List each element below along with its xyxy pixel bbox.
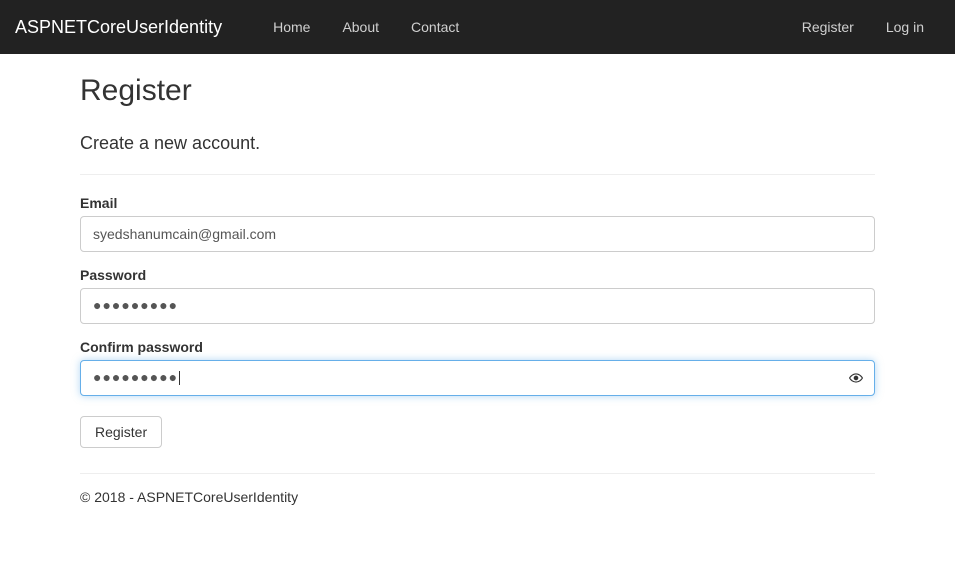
page-title: Register <box>80 74 875 108</box>
divider <box>80 174 875 175</box>
email-field[interactable] <box>80 216 875 252</box>
register-button[interactable]: Register <box>80 416 162 448</box>
register-form: Email Password ●●●●●●●●● Confirm passwor… <box>80 195 875 448</box>
password-mask: ●●●●●●●●● <box>93 297 178 313</box>
footer-text: © 2018 - ASPNETCoreUserIdentity <box>80 489 875 505</box>
text-cursor <box>179 371 180 385</box>
email-label: Email <box>80 195 875 211</box>
brand-link[interactable]: ASPNETCoreUserIdentity <box>15 2 237 53</box>
reveal-password-icon[interactable] <box>849 371 863 385</box>
confirm-password-label: Confirm password <box>80 339 875 355</box>
nav-left: Home About Contact <box>257 4 786 50</box>
nav-contact[interactable]: Contact <box>395 4 475 50</box>
footer: © 2018 - ASPNETCoreUserIdentity <box>80 473 875 505</box>
nav-about[interactable]: About <box>326 4 395 50</box>
password-label: Password <box>80 267 875 283</box>
nav-right: Register Log in <box>786 4 940 50</box>
navbar: ASPNETCoreUserIdentity Home About Contac… <box>0 0 955 54</box>
email-group: Email <box>80 195 875 252</box>
confirm-password-group: Confirm password ●●●●●●●●● <box>80 339 875 396</box>
page-subtitle: Create a new account. <box>80 133 875 154</box>
confirm-password-field[interactable]: ●●●●●●●●● <box>80 360 875 396</box>
nav-login[interactable]: Log in <box>870 4 940 50</box>
main-container: Register Create a new account. Email Pas… <box>65 74 890 505</box>
nav-home[interactable]: Home <box>257 4 326 50</box>
password-group: Password ●●●●●●●●● <box>80 267 875 324</box>
password-field[interactable]: ●●●●●●●●● <box>80 288 875 324</box>
nav-register[interactable]: Register <box>786 4 870 50</box>
footer-divider <box>80 473 875 474</box>
confirm-password-mask: ●●●●●●●●● <box>93 369 178 385</box>
